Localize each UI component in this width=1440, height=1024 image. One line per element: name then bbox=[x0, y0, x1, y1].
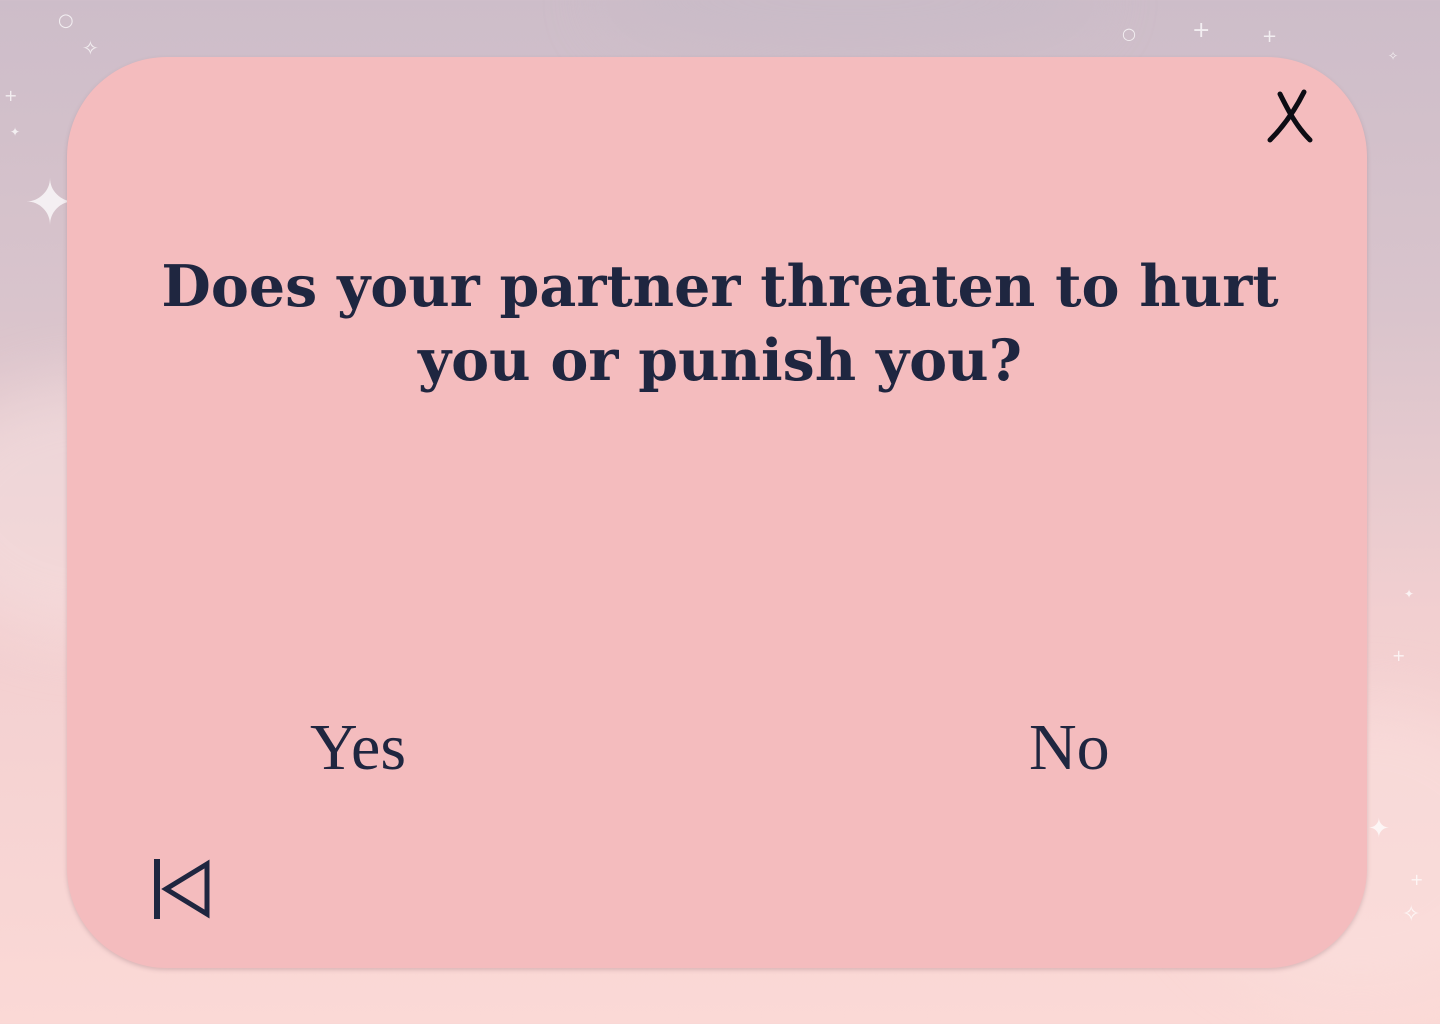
sparkle-icon: ✧ bbox=[1388, 49, 1399, 63]
question-text: Does your partner threaten to hurt you o… bbox=[161, 253, 1279, 394]
sparkle-icon: ✧ bbox=[82, 36, 99, 60]
skip-back-icon bbox=[154, 859, 210, 919]
cloud-shape bbox=[600, 0, 1100, 60]
sparkle-icon: ✦ bbox=[1368, 814, 1390, 844]
sparkle-icon: + bbox=[4, 86, 18, 105]
yes-button[interactable]: Yes bbox=[310, 708, 406, 788]
sparkle-icon: + bbox=[1410, 870, 1424, 889]
close-button[interactable] bbox=[1258, 82, 1328, 152]
no-button[interactable]: No bbox=[1029, 708, 1110, 788]
back-button[interactable] bbox=[148, 856, 216, 924]
sparkle-icon: ✧ bbox=[1402, 902, 1421, 927]
sparkle-icon: ✦ bbox=[1404, 587, 1415, 601]
sparkle-icon: + bbox=[1262, 26, 1278, 47]
sparkle-icon: + bbox=[1192, 18, 1211, 43]
sparkle-icon: ○ bbox=[1122, 24, 1136, 43]
close-icon bbox=[1267, 89, 1313, 143]
sparkle-icon: ○ bbox=[58, 10, 74, 31]
question-card bbox=[67, 57, 1367, 968]
sparkle-icon: + bbox=[1392, 646, 1406, 665]
sparkle-icon: ✦ bbox=[10, 125, 21, 139]
